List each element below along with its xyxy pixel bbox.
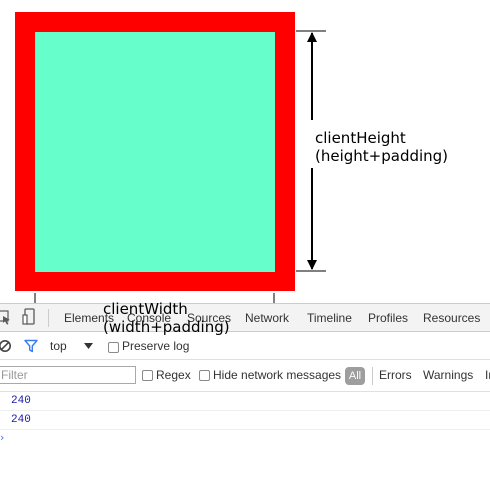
console-filter-bar: Regex Hide network messages All Errors W…	[0, 360, 490, 392]
level-info-button[interactable]: Info	[485, 368, 490, 382]
device-mode-icon[interactable]	[22, 308, 38, 326]
tab-timeline[interactable]: Timeline	[307, 311, 352, 325]
context-selector[interactable]: top	[50, 339, 67, 353]
devtools-panel: Elements Console Sources Network Timelin…	[0, 303, 490, 499]
client-width-label: clientWidth	[103, 300, 188, 318]
preserve-log-label: Preserve log	[122, 339, 190, 353]
filter-input[interactable]	[0, 366, 136, 384]
dimension-markers	[34, 30, 326, 337]
regex-label: Regex	[156, 368, 191, 382]
console-messages: 240 240 ›	[0, 392, 490, 444]
level-warnings-button[interactable]: Warnings	[423, 368, 473, 382]
client-width-formula: (width+padding)	[103, 318, 230, 336]
client-height-formula: (height+padding)	[315, 147, 449, 165]
filter-icon[interactable]	[24, 339, 38, 353]
tabbar-separator	[48, 309, 49, 327]
dropdown-arrow-icon[interactable]	[84, 343, 93, 349]
clear-console-icon[interactable]	[0, 339, 12, 353]
client-height-label: clientHeight	[315, 129, 406, 147]
console-log-line: 240	[0, 392, 490, 411]
level-errors-button[interactable]: Errors	[379, 368, 412, 382]
tab-network[interactable]: Network	[245, 311, 289, 325]
client-width-annotation: clientWidth (width+padding)	[103, 300, 230, 336]
tab-resources[interactable]: Resources	[423, 311, 480, 325]
console-log-line: 240	[0, 411, 490, 430]
console-prompt-icon[interactable]: ›	[0, 432, 4, 444]
console-toolbar: top Preserve log	[0, 332, 490, 360]
preserve-log-checkbox[interactable]	[108, 342, 119, 353]
regex-checkbox[interactable]	[142, 370, 153, 381]
tab-profiles[interactable]: Profiles	[368, 311, 408, 325]
level-all-button[interactable]: All	[345, 367, 365, 385]
hide-network-checkbox[interactable]	[199, 370, 210, 381]
devtools-tabbar: Elements Console Sources Network Timelin…	[0, 303, 490, 332]
client-height-annotation: clientHeight (height+padding)	[315, 129, 448, 165]
inspect-element-icon[interactable]	[0, 308, 12, 326]
filter-separator	[372, 367, 373, 385]
hide-network-label: Hide network messages	[213, 368, 342, 382]
